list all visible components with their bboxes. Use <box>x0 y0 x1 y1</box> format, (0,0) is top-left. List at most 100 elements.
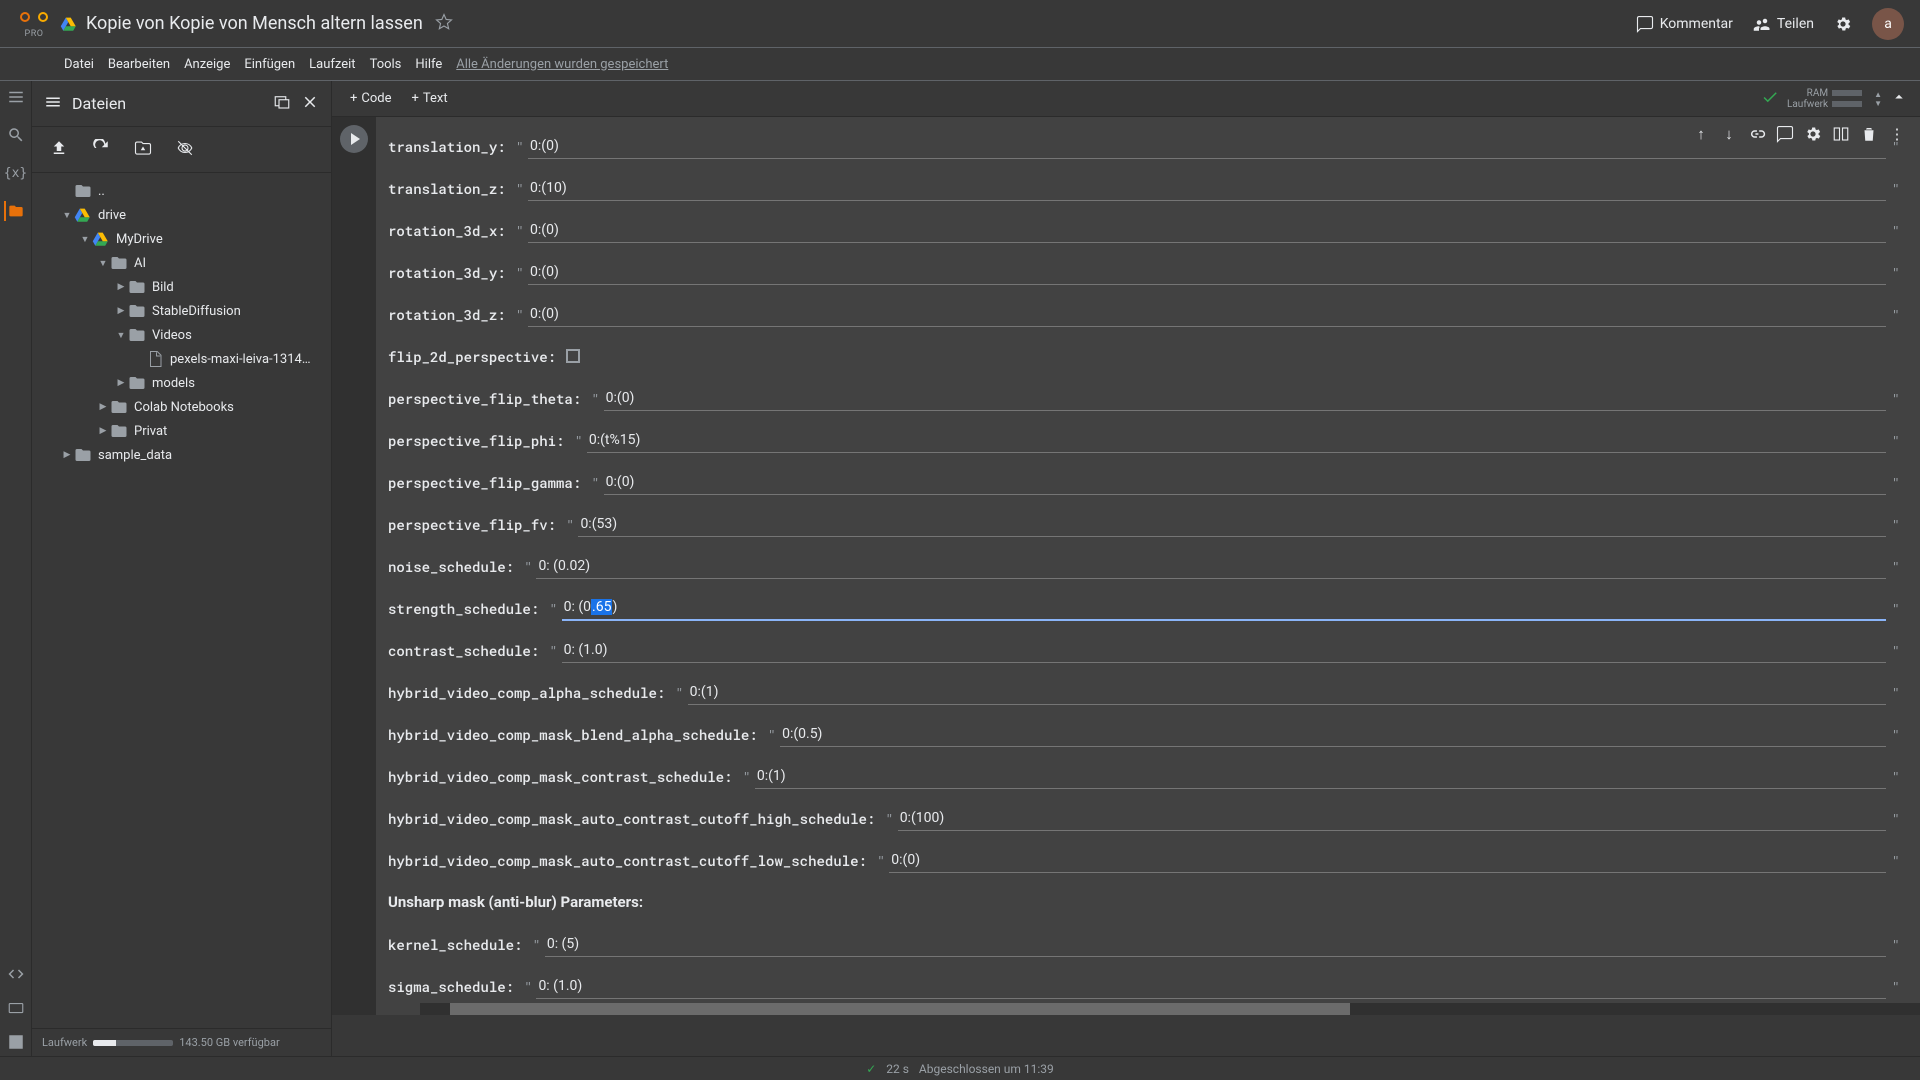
share-button[interactable]: Teilen <box>1753 15 1814 33</box>
form-input[interactable]: 0: (1.0) <box>536 974 1885 999</box>
form-checkbox[interactable] <box>566 349 580 363</box>
cell-body: ↑ ↓ ⋮ translation_y:"0:(0)"translation_z… <box>376 117 1920 1015</box>
connected-check-icon <box>1761 88 1779 110</box>
toggle-hidden-icon[interactable] <box>176 139 194 161</box>
notebook[interactable]: ↑ ↓ ⋮ translation_y:"0:(0)"translation_z… <box>332 117 1920 1056</box>
menu-edit[interactable]: Bearbeiten <box>108 57 170 72</box>
tree-row[interactable]: ▶sample_data <box>32 443 331 467</box>
tree-arrow-icon[interactable]: ▶ <box>116 282 126 292</box>
tree-arrow-icon[interactable]: ▶ <box>98 402 108 412</box>
sidebar-title: Dateien <box>72 94 263 113</box>
collapse-icon[interactable] <box>1890 88 1908 110</box>
form-input[interactable]: 0:(0.5) <box>780 722 1886 747</box>
tree-arrow-icon[interactable]: ▼ <box>80 234 90 245</box>
form-input[interactable]: 0:(t%15) <box>587 428 1886 453</box>
form-input[interactable]: 0:(10) <box>528 176 1886 201</box>
add-text-button[interactable]: +Text <box>406 87 454 110</box>
new-window-icon[interactable] <box>273 93 291 115</box>
doc-title[interactable]: Kopie von Kopie von Mensch altern lassen <box>86 13 423 34</box>
add-code-button[interactable]: +Code <box>344 87 398 110</box>
tree-arrow-icon[interactable]: ▼ <box>62 210 72 221</box>
close-sidebar-icon[interactable] <box>301 93 319 115</box>
tree-arrow-icon[interactable]: ▶ <box>62 450 72 460</box>
tree-row[interactable]: ▼Videos <box>32 323 331 347</box>
form-input[interactable]: 0:(0) <box>604 470 1886 495</box>
tree-arrow-icon[interactable]: ▶ <box>116 378 126 388</box>
menubar: Datei Bearbeiten Anzeige Einfügen Laufze… <box>0 48 1920 81</box>
form-label: perspective_flip_fv: <box>388 515 566 534</box>
refresh-icon[interactable] <box>92 139 110 161</box>
form-row: perspective_flip_fv:"0:(53)" <box>388 503 1900 539</box>
tree-arrow-icon[interactable]: ▼ <box>116 330 126 341</box>
footer-time: 22 s <box>886 1062 909 1076</box>
form-input[interactable]: 0:(0) <box>528 260 1886 285</box>
tree-label: .. <box>98 184 105 199</box>
runtime-menu-caret[interactable]: ▲▼ <box>1874 90 1882 108</box>
star-icon[interactable] <box>435 13 453 35</box>
tree-label: MyDrive <box>116 232 163 247</box>
form-input[interactable]: 0:(1) <box>688 680 1886 705</box>
form-row: rotation_3d_z:"0:(0)" <box>388 293 1900 329</box>
form-input[interactable]: 0: (0.02) <box>536 554 1885 579</box>
tree-arrow-icon[interactable]: ▶ <box>98 426 108 436</box>
variables-icon[interactable]: {x} <box>6 163 26 183</box>
menu-view[interactable]: Anzeige <box>184 57 230 72</box>
menu-file[interactable]: Datei <box>64 57 94 72</box>
tree-row[interactable]: ▼AI <box>32 251 331 275</box>
ram-indicator[interactable]: RAM Laufwerk <box>1787 88 1862 110</box>
menu-insert[interactable]: Einfügen <box>244 57 295 72</box>
tree-arrow-icon[interactable]: ▶ <box>116 306 126 316</box>
command-palette-icon[interactable] <box>6 998 26 1018</box>
save-status[interactable]: Alle Änderungen wurden gespeichert <box>456 57 668 72</box>
form-input[interactable]: 0:(0) <box>604 386 1886 411</box>
form-row: hybrid_video_comp_mask_auto_contrast_cut… <box>388 797 1900 833</box>
avatar[interactable]: a <box>1872 8 1904 40</box>
upload-icon[interactable] <box>50 139 68 161</box>
form-input[interactable]: 0: (0.65) <box>562 595 1886 621</box>
folder-icon <box>74 446 92 464</box>
sidebar-menu-icon[interactable] <box>44 93 62 115</box>
form-input[interactable]: 0:(0) <box>889 848 1885 873</box>
form-input[interactable]: 0:(1) <box>755 764 1886 789</box>
menu-runtime[interactable]: Laufzeit <box>309 57 355 72</box>
tree-row[interactable]: pexels-maxi-leiva-1314… <box>32 347 331 371</box>
tree-row[interactable]: ▶Colab Notebooks <box>32 395 331 419</box>
terminal-icon[interactable] <box>6 1032 26 1052</box>
comment-button[interactable]: Kommentar <box>1636 15 1733 33</box>
tree-arrow-icon[interactable]: ▼ <box>98 258 108 269</box>
run-button[interactable] <box>340 125 368 153</box>
tree-row[interactable]: ▶ StableDiffusion <box>32 299 331 323</box>
tree-row[interactable]: .. <box>32 179 331 203</box>
form-input[interactable]: 0: (5) <box>545 932 1886 957</box>
tree-row[interactable]: ▼drive <box>32 203 331 227</box>
section-unsharp: Unsharp mask (anti-blur) Parameters: <box>388 893 653 911</box>
tree-label: StableDiffusion <box>152 304 241 319</box>
tree-row[interactable]: ▶Privat <box>32 419 331 443</box>
form-label: strength_schedule: <box>388 599 549 618</box>
form-input[interactable]: 0:(53) <box>578 512 1885 537</box>
code-snippets-icon[interactable] <box>6 964 26 984</box>
form-input[interactable]: 0:(0) <box>528 134 1886 159</box>
mount-drive-icon[interactable] <box>134 139 152 161</box>
horizontal-scrollbar[interactable] <box>420 1003 1920 1015</box>
toc-icon[interactable] <box>6 87 26 107</box>
form-input[interactable]: 0:(0) <box>528 302 1886 327</box>
files-icon[interactable] <box>4 201 24 221</box>
menu-tools[interactable]: Tools <box>370 57 402 72</box>
search-icon[interactable] <box>6 125 26 145</box>
form-row: rotation_3d_y:"0:(0)" <box>388 251 1900 287</box>
form-input[interactable]: 0:(100) <box>898 806 1886 831</box>
tree-row[interactable]: ▼ MyDrive <box>32 227 331 251</box>
form-row: hybrid_video_comp_mask_contrast_schedule… <box>388 755 1900 791</box>
colab-logo: PRO <box>16 6 52 42</box>
form-label: perspective_flip_theta: <box>388 389 591 408</box>
form-input[interactable]: 0: (1.0) <box>562 638 1886 663</box>
menu-help[interactable]: Hilfe <box>415 57 442 72</box>
form-row: rotation_3d_x:"0:(0)" <box>388 209 1900 245</box>
form-label: contrast_schedule: <box>388 641 549 660</box>
form-input[interactable]: 0:(0) <box>528 218 1886 243</box>
file-tree[interactable]: ..▼drive▼MyDrive▼AI▶Bild▶StableDiffusion… <box>32 173 331 1028</box>
tree-row[interactable]: ▶Bild <box>32 275 331 299</box>
settings-icon[interactable] <box>1834 15 1852 33</box>
tree-row[interactable]: ▶models <box>32 371 331 395</box>
